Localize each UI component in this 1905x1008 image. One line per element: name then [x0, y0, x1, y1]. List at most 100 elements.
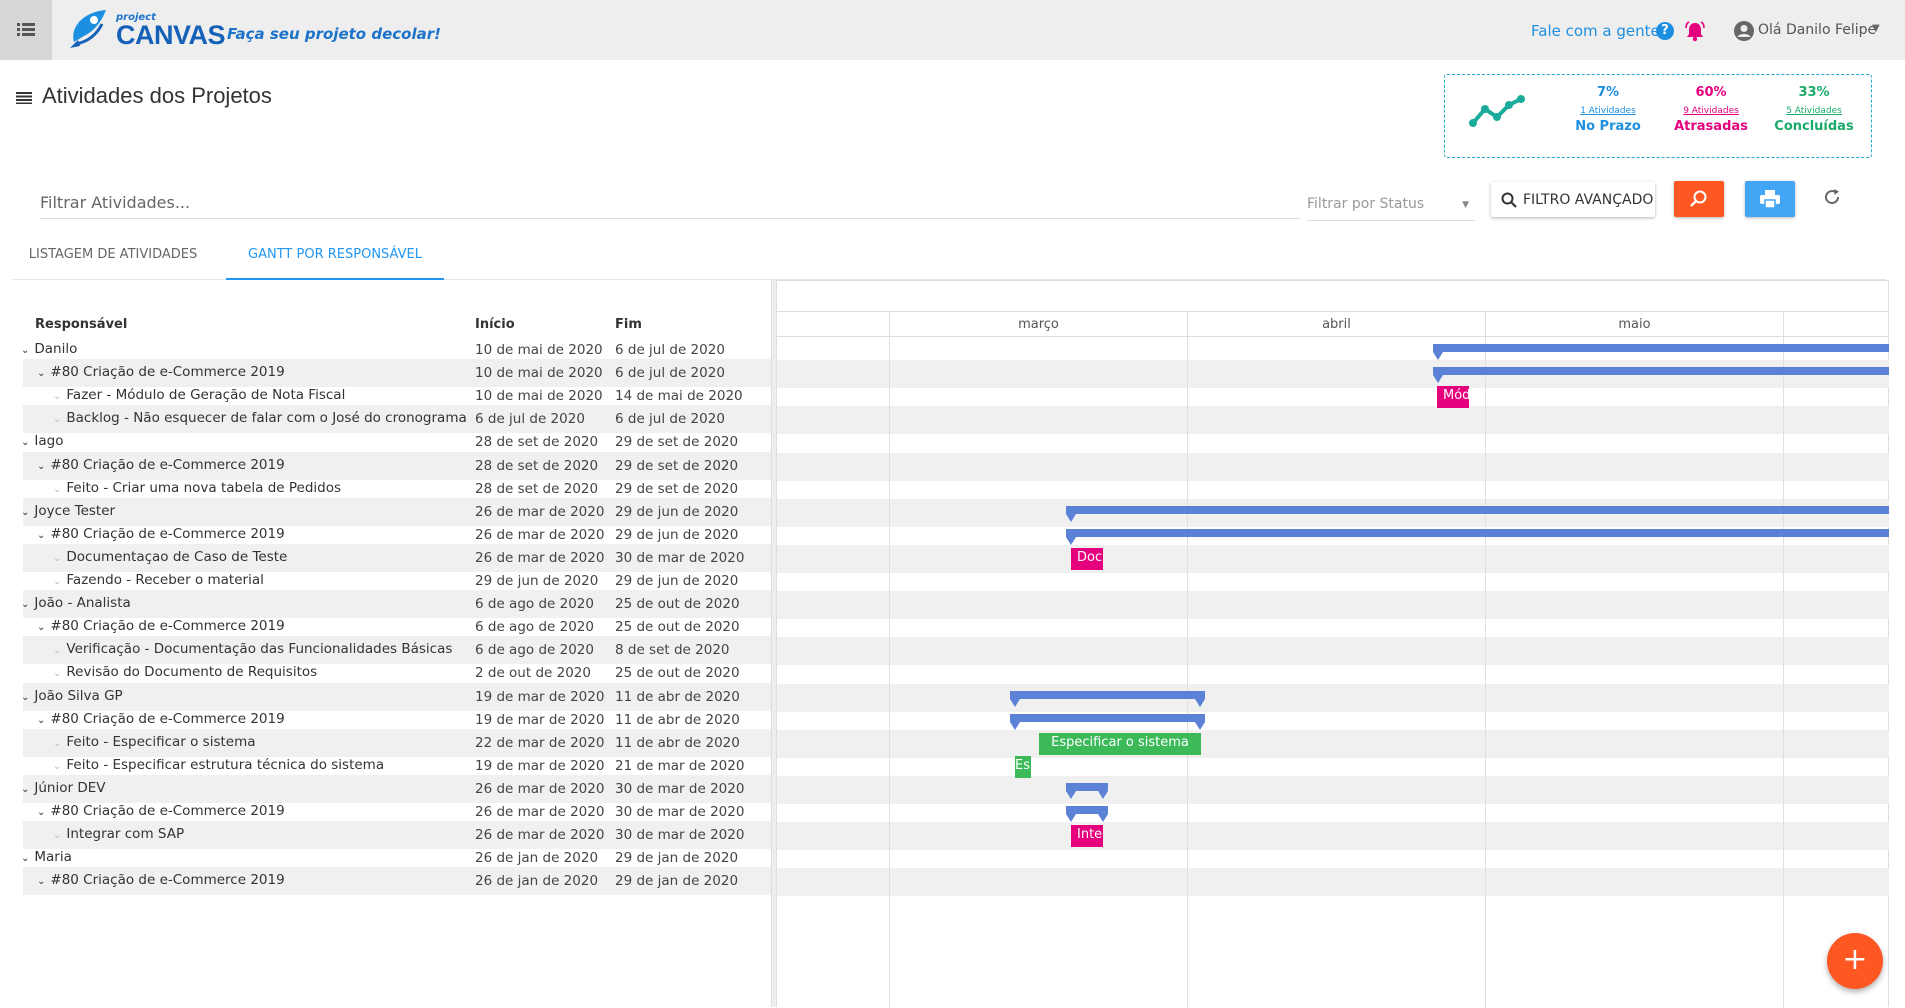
chevron-down-icon[interactable]: ⌄: [37, 530, 45, 541]
row-label: #80 Criação de e-Commerce 2019: [50, 456, 285, 473]
table-row[interactable]: ⌄ #80 Criação de e-Commerce 2019 26 de jan…: [23, 867, 771, 896]
row-start: 28 de set de 2020: [475, 457, 599, 474]
summary-bar[interactable]: [1433, 367, 1889, 384]
row-start: 26 de mar de 2020: [475, 526, 605, 543]
search-button[interactable]: [1674, 181, 1724, 217]
gridline: [1187, 337, 1188, 1008]
row-label: Fazendo - Receber o material: [66, 572, 264, 588]
stat-count[interactable]: 9 Atividades: [1666, 106, 1756, 116]
row-label: #80 Criação de e-Commerce 2019: [50, 525, 285, 542]
user-greeting[interactable]: Olá Danilo Felipe: [1758, 22, 1876, 38]
month-maio: maio: [1485, 312, 1783, 338]
gridline: [1783, 337, 1784, 1008]
chevron-down-icon[interactable]: ⌄: [21, 599, 29, 610]
chevron-down-icon[interactable]: ⌄: [37, 876, 45, 887]
row-label: #80 Criação de e-Commerce 2019: [50, 364, 285, 381]
row-label: Danilo: [34, 341, 78, 357]
col-responsavel-header[interactable]: Responsável: [35, 317, 127, 332]
chevron-down-icon[interactable]: ⌄: [37, 807, 45, 818]
status-filter-select[interactable]: Filtrar por Status ▼: [1307, 188, 1475, 221]
chevron-down-icon[interactable]: ⌄: [21, 437, 29, 448]
col-fim-header[interactable]: Fim: [615, 317, 642, 332]
chevron-down-icon[interactable]: ⌄: [37, 368, 45, 379]
row-start: 19 de mar de 2020: [475, 711, 605, 728]
stat-count[interactable]: 1 Atividades: [1563, 106, 1653, 116]
chevron-down-icon[interactable]: ⌄: [53, 668, 61, 679]
row-name: ⌄ Iago: [21, 433, 63, 449]
refresh-icon[interactable]: [1823, 188, 1841, 206]
row-start: 19 de mar de 2020: [475, 688, 605, 705]
menu-toggle-button[interactable]: [0, 0, 52, 60]
row-name: ⌄ João Silva GP: [21, 688, 123, 704]
chevron-down-icon[interactable]: ⌄: [53, 391, 61, 402]
row-end: 29 de jan de 2020: [615, 873, 739, 890]
task-bar[interactable]: Módulo de Geração de Nota Fiscal: [1437, 386, 1469, 409]
chevron-down-icon[interactable]: ⌄: [53, 484, 61, 495]
gantt-grid: Responsável Início Fim ⌄ Danilo 10 de mai …: [21, 280, 1889, 1008]
notification-bell-icon[interactable]: [1684, 20, 1706, 42]
print-button[interactable]: [1745, 181, 1795, 217]
user-avatar-icon[interactable]: [1734, 21, 1754, 41]
chevron-down-icon: ▼: [1462, 200, 1469, 210]
chevron-down-icon[interactable]: ⌄: [53, 830, 61, 841]
row-start: 26 de mar de 2020: [475, 827, 605, 844]
chevron-down-icon[interactable]: ⌄: [21, 853, 29, 864]
summary-bar[interactable]: [1010, 713, 1205, 730]
stat-no-prazo[interactable]: 7% 1 Atividades No Prazo: [1563, 85, 1653, 134]
row-start: 26 de jan de 2020: [475, 850, 599, 867]
chevron-down-icon[interactable]: ⌄: [37, 461, 45, 472]
contact-link[interactable]: Fale com a gente: [1531, 22, 1660, 40]
row-label: Joyce Tester: [34, 502, 116, 519]
chevron-down-icon[interactable]: ⌄: [21, 345, 29, 356]
add-activity-button[interactable]: +: [1827, 933, 1883, 989]
stat-label: Concluídas: [1774, 119, 1854, 134]
advanced-filter-button[interactable]: FILTRO AVANÇADO: [1491, 182, 1655, 217]
list-menu-icon: [17, 23, 35, 36]
help-icon[interactable]: ?: [1656, 22, 1674, 40]
row-label: Verificação - Documentação das Funcional…: [66, 641, 453, 658]
row-name: ⌄ #80 Criação de e-Commerce 2019: [37, 711, 285, 727]
summary-bar[interactable]: [1433, 344, 1889, 360]
stat-atrasadas[interactable]: 60% 9 Atividades Atrasadas: [1666, 85, 1756, 134]
row-start: 10 de mai de 2020: [475, 342, 603, 358]
task-bar[interactable]: Integrar com SAP: [1071, 825, 1103, 848]
row-end: 29 de set de 2020: [615, 480, 739, 497]
chevron-down-icon[interactable]: ⌄: [21, 692, 29, 703]
chevron-down-icon[interactable]: ⌄: [53, 645, 61, 656]
chevron-down-icon[interactable]: ⌄: [53, 553, 61, 564]
task-bar[interactable]: Especificar o sistema: [1039, 732, 1201, 755]
col-inicio-header[interactable]: Início: [475, 317, 515, 332]
app-logo[interactable]: project CANVAS: [66, 6, 226, 52]
summary-bar[interactable]: [1066, 505, 1889, 522]
summary-bar[interactable]: [1010, 690, 1205, 707]
chevron-down-icon[interactable]: ⌄: [53, 414, 61, 425]
chevron-down-icon[interactable]: ▼: [1872, 23, 1880, 34]
chevron-down-icon[interactable]: ⌄: [53, 576, 61, 587]
row-start: 26 de mar de 2020: [475, 549, 605, 566]
chevron-down-icon[interactable]: ⌄: [21, 507, 29, 518]
logo-canvas-text: CANVAS: [116, 20, 226, 50]
chevron-down-icon[interactable]: ⌄: [21, 784, 29, 795]
printer-icon: [1760, 190, 1780, 208]
status-filter-placeholder: Filtrar por Status: [1307, 196, 1425, 212]
row-label: #80 Criação de e-Commerce 2019: [50, 872, 285, 889]
stat-count[interactable]: 5 Atividades: [1769, 106, 1859, 116]
search-input[interactable]: [40, 186, 1300, 219]
summary-bar[interactable]: [1066, 782, 1108, 799]
row-start: 6 de jul de 2020: [475, 411, 585, 428]
task-bar[interactable]: Especificar estrutura técnica do sistema: [1015, 755, 1031, 778]
row-end: 25 de out de 2020: [615, 619, 740, 636]
task-bar[interactable]: Documentaçao de Caso de Teste: [1071, 547, 1103, 570]
tab-gantt[interactable]: GANTT POR RESPONSÁVEL: [226, 236, 444, 280]
tab-listagem[interactable]: LISTAGEM DE ATIVIDADES: [13, 236, 213, 280]
summary-bar[interactable]: [1066, 806, 1108, 822]
chevron-down-icon[interactable]: ⌄: [53, 738, 61, 749]
chevron-down-icon[interactable]: ⌄: [53, 761, 61, 772]
row-end: 11 de abr de 2020: [615, 734, 740, 751]
row-end: 30 de mar de 2020: [615, 827, 745, 844]
stat-concluidas[interactable]: 33% 5 Atividades Concluídas: [1769, 85, 1859, 134]
summary-bar[interactable]: [1066, 528, 1889, 545]
row-name: ⌄ Integrar com SAP: [53, 826, 184, 842]
chevron-down-icon[interactable]: ⌄: [37, 622, 45, 633]
chevron-down-icon[interactable]: ⌄: [37, 715, 45, 726]
